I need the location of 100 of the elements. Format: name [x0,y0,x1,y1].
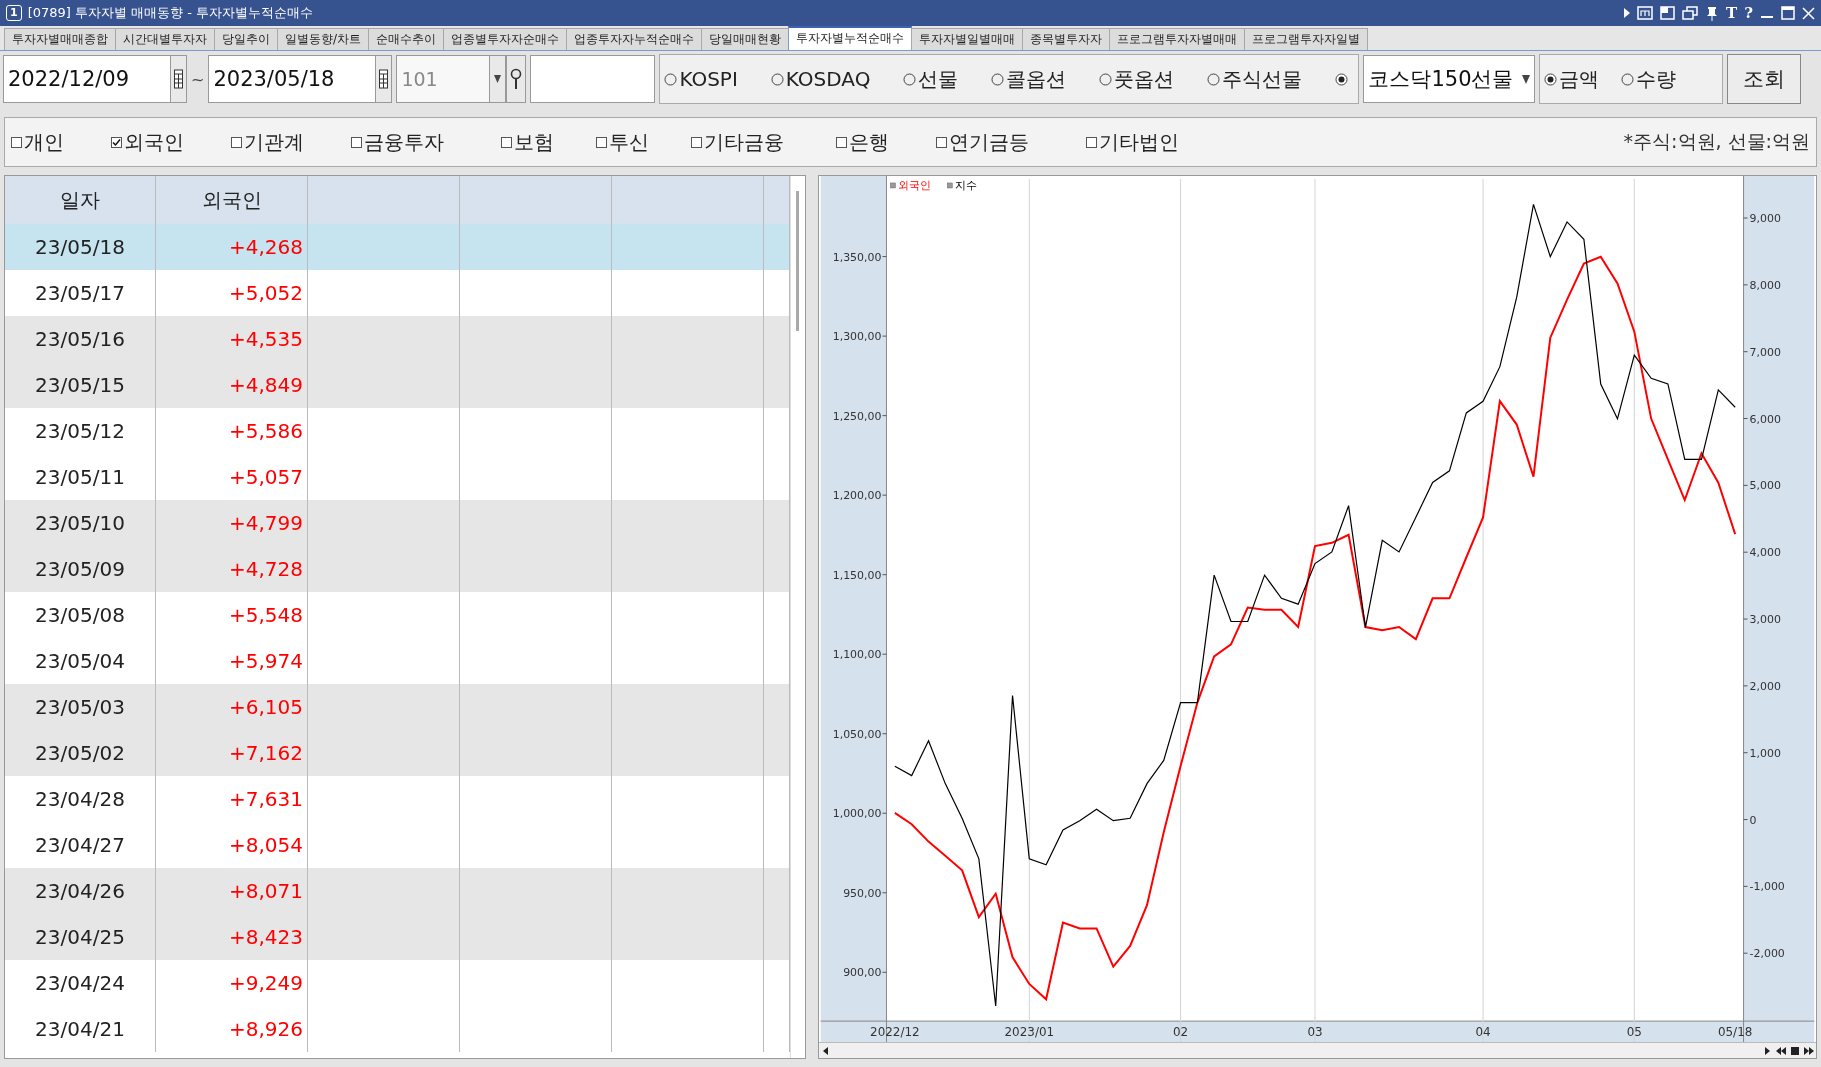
check-icon [112,137,121,147]
table-cell: +8,423 [156,914,308,960]
table-cell: 23/05/12 [5,408,156,454]
table-cell: 23/04/25 [5,914,156,960]
window-number: 1 [6,5,22,21]
table-row[interactable]: 23/05/09 +4,728 [5,546,790,592]
tab[interactable]: 프로그램투자자일별 [1244,28,1369,50]
table-cell: 23/05/18 [5,224,156,270]
radio-button[interactable]: KOSDAQ [770,67,871,91]
y-tick-label: 1,000 [1749,746,1781,760]
radio-icon [991,72,1005,86]
calendar-button[interactable] [170,55,187,103]
radio-button[interactable]: KOSPI [664,67,738,91]
legend-marker-icon [890,182,896,189]
legend-marker-icon [947,182,953,189]
dropdown-button[interactable] [489,55,507,103]
layout-icon[interactable] [1660,6,1676,20]
table-cell: +4,728 [156,546,308,592]
checkbox[interactable]: 금융투자 [351,128,501,156]
radio-icon [1099,72,1113,86]
table-row[interactable]: 23/05/16 +4,535 [5,316,790,362]
y-tick-label: 900,00 [843,966,882,980]
table-row[interactable]: 23/05/18 +4,268 [5,224,790,270]
arrow-icon[interactable] [1624,8,1631,18]
x-tick-label: 05 [1626,1025,1642,1040]
radio-icon [1207,72,1221,86]
checkbox[interactable]: 외국인 [111,128,231,156]
search-button[interactable] [506,55,527,103]
checkbox[interactable]: 기관계 [231,128,351,156]
checkbox[interactable]: 은행 [836,128,936,156]
y-tick-label: 1,050,00 [832,727,882,741]
title-button[interactable]: T [1726,5,1738,21]
search-icon [510,68,523,90]
pin-icon[interactable] [1705,5,1720,21]
calendar-icon [379,69,389,89]
y-tick-label: 1,100,00 [832,648,882,662]
y-tick-label: 1,150,00 [832,568,882,582]
table-cell: 23/05/09 [5,546,156,592]
radio-icon [664,72,678,86]
date-field[interactable]: 2023/05/18 [208,55,377,103]
table-row[interactable]: 23/04/25 +8,423 [5,914,790,960]
radio-icon [1621,72,1635,86]
radio-button[interactable]: 금액 [1544,65,1600,93]
checkbox[interactable]: 기타금융 [691,128,836,156]
tab[interactable]: 프로그램투자자별매매 [1109,28,1246,50]
y-tick-label: 1,350,00 [832,250,882,264]
windows-icon[interactable] [1682,6,1699,20]
tab[interactable]: 당일추이 [214,28,278,50]
memo-icon[interactable] [1637,6,1654,20]
table-row[interactable]: 23/05/15 +4,849 [5,362,790,408]
y-tick-label: 0 [1749,813,1757,827]
y-tick-label: 1,000,00 [832,807,882,821]
legend-label: 외국인 [898,178,932,192]
tab[interactable]: 일별동향/차트 [277,28,370,50]
date-field[interactable]: 2022/12/09 [3,55,171,103]
radio-button[interactable]: 선물 [903,65,959,93]
checkbox[interactable]: 보험 [501,128,596,156]
tab[interactable]: 순매수추이 [368,28,445,50]
checkbox[interactable]: 연기금등 [936,128,1086,156]
tab[interactable]: 시간대별투자자 [115,28,215,50]
x-tick-label: 03 [1307,1025,1323,1040]
table-row[interactable]: 23/05/10 +4,799 [5,500,790,546]
tab[interactable]: 투자자별일별매매 [911,28,1024,50]
table-row[interactable]: 23/04/26 +8,071 [5,868,790,914]
radio-button[interactable]: 수량 [1621,65,1677,93]
name-field[interactable] [530,55,656,103]
checkbox[interactable]: 투신 [596,128,691,156]
radio-button[interactable]: 풋옵션 [1099,65,1175,93]
scrollbar[interactable] [819,1042,1816,1058]
title-button[interactable]: ? [1744,5,1753,21]
table-cell: 23/05/08 [5,592,156,638]
checkbox[interactable]: 개인 [11,128,111,156]
y-tick-label: 2,000 [1749,679,1781,693]
tab[interactable]: 업종투자자누적순매수 [566,28,703,50]
radio-icon [1335,72,1349,86]
tab[interactable]: 투자자별누적순매수 [788,26,913,50]
unit-note: *주식:억원, 선물:억원 [1623,129,1810,154]
calendar-button[interactable] [375,55,393,103]
maximize-icon[interactable] [1781,6,1795,20]
product-dropdown[interactable]: 코스닥150선물 [1363,55,1536,103]
close-icon[interactable] [1802,6,1815,20]
tab[interactable]: 당일매매현황 [701,28,790,50]
table-cell: 23/04/28 [5,776,156,822]
table-row[interactable]: 23/05/02 +7,162 [5,730,790,776]
calendar-icon [174,69,183,89]
checkbox[interactable]: 기타법인 [1086,128,1206,156]
radio-button[interactable]: 주식선물 [1207,65,1303,93]
range-separator: ~ [191,69,205,89]
radio-button[interactable]: 콜옵션 [991,65,1067,93]
table-row[interactable]: 23/05/03 +6,105 [5,684,790,730]
tab[interactable]: 업종별투자자순매수 [443,28,568,50]
radio-button[interactable] [1335,72,1349,86]
table-cell: +5,548 [156,592,308,638]
tab[interactable]: 투자자별매매종합 [4,28,116,50]
query-button[interactable]: 조회 [1727,54,1802,104]
y-tick-label: 4,000 [1749,546,1781,560]
y-tick-label: 6,000 [1749,412,1781,426]
caret-icon [1522,74,1531,84]
tab[interactable]: 종목별투자자 [1022,28,1111,50]
table-cell: 23/04/24 [5,960,156,1006]
